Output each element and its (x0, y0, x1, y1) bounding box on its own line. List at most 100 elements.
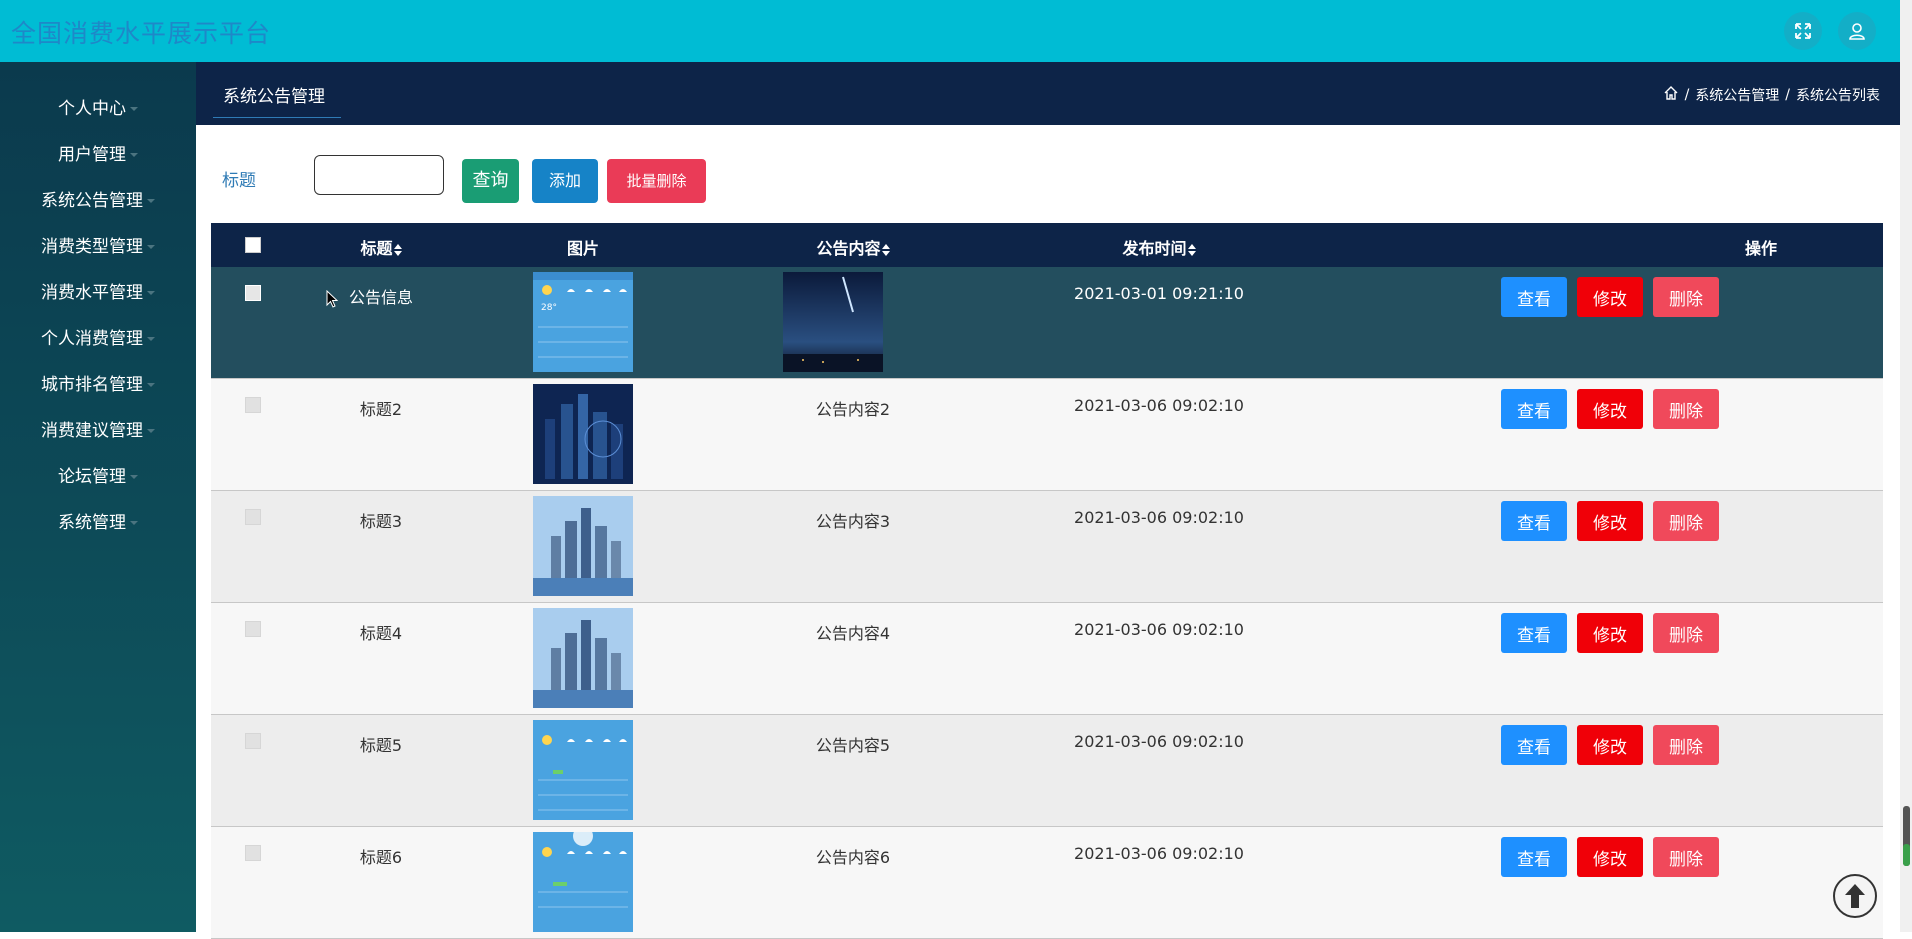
row-content: 公告内容6 (815, 848, 891, 867)
table-row[interactable]: 标题6 公告内容6 2021-03-06 09:02:10 查看 修改 删除 (211, 827, 1883, 939)
row-publish-time: 2021-03-06 09:02:10 (1074, 732, 1244, 751)
user-icon[interactable] (1838, 12, 1876, 50)
top-header: 全国消费水平展示平台 (0, 0, 1900, 62)
expand-icon[interactable] (1784, 12, 1822, 50)
row-checkbox[interactable] (245, 397, 261, 413)
view-button[interactable]: 查看 (1501, 277, 1567, 317)
view-button[interactable]: 查看 (1501, 725, 1567, 765)
column-header-image: 图片 (566, 239, 599, 258)
row-image[interactable] (533, 720, 633, 820)
sidebar-item-announcements[interactable]: 系统公告管理 (0, 186, 196, 211)
row-checkbox[interactable] (245, 509, 261, 525)
row-content: 公告内容2 (815, 400, 891, 419)
page-scrollbar[interactable] (1900, 0, 1912, 932)
row-publish-time: 2021-03-06 09:02:10 (1074, 844, 1244, 863)
sort-icon[interactable] (393, 243, 402, 256)
row-publish-time: 2021-03-06 09:02:10 (1074, 396, 1244, 415)
row-actions: 查看 修改 删除 (1501, 389, 1719, 429)
row-image[interactable]: 28° (533, 272, 633, 372)
sidebar-item-forum[interactable]: 论坛管理 (0, 462, 196, 487)
caret-down-icon (147, 291, 155, 295)
night-city-image (533, 384, 633, 484)
sidebar-item-personal-consumption[interactable]: 个人消费管理 (0, 324, 196, 349)
delete-button[interactable]: 删除 (1653, 613, 1719, 653)
delete-button[interactable]: 删除 (1653, 389, 1719, 429)
view-button[interactable]: 查看 (1501, 501, 1567, 541)
view-button[interactable]: 查看 (1501, 837, 1567, 877)
caret-down-icon (147, 383, 155, 387)
row-image[interactable] (533, 832, 633, 932)
row-actions: 查看 修改 删除 (1501, 725, 1719, 765)
query-button[interactable]: 查询 (462, 159, 519, 203)
row-checkbox[interactable] (245, 621, 261, 637)
row-content-image[interactable] (783, 272, 883, 372)
breadcrumb-separator: / (1684, 87, 1690, 103)
edit-button[interactable]: 修改 (1577, 389, 1643, 429)
edit-button[interactable]: 修改 (1577, 725, 1643, 765)
row-checkbox[interactable] (245, 285, 261, 301)
row-content: 公告内容3 (815, 512, 891, 531)
announcement-table: 标题 图片 公告内容 发布时间 操作 公告信息 28° 2021-03-01 0… (211, 223, 1883, 939)
view-button[interactable]: 查看 (1501, 389, 1567, 429)
row-image[interactable] (533, 384, 633, 484)
table-row[interactable]: 标题5 公告内容5 2021-03-06 09:02:10 查看 修改 删除 (211, 715, 1883, 827)
row-content: 公告内容4 (815, 624, 891, 643)
scrollbar-thumb-indicator (1903, 844, 1910, 866)
row-actions: 查看 修改 删除 (1501, 613, 1719, 653)
breadcrumb-item-announcements[interactable]: 系统公告管理 (1695, 85, 1779, 105)
app-title: 全国消费水平展示平台 (11, 19, 272, 48)
caret-down-icon (147, 199, 155, 203)
caret-down-icon (130, 475, 138, 479)
select-all-checkbox[interactable] (245, 237, 261, 253)
caret-down-icon (147, 245, 155, 249)
sidebar-item-consumption-types[interactable]: 消费类型管理 (0, 232, 196, 257)
caret-down-icon (130, 521, 138, 525)
edit-button[interactable]: 修改 (1577, 501, 1643, 541)
tab-announcements[interactable]: 系统公告管理 (213, 82, 341, 118)
breadcrumb-bar: 系统公告管理 / 系统公告管理 / 系统公告列表 (196, 62, 1900, 125)
column-header-title[interactable]: 标题 (301, 235, 461, 259)
delete-button[interactable]: 删除 (1653, 501, 1719, 541)
table-row[interactable]: 标题2 公告内容2 2021-03-06 09:02:10 查看 修改 删除 (211, 379, 1883, 491)
column-header-ops: 操作 (1744, 239, 1777, 258)
bulk-delete-button[interactable]: 批量删除 (607, 159, 706, 203)
sort-icon[interactable] (881, 243, 890, 256)
column-header-time[interactable]: 发布时间 (1059, 235, 1259, 259)
caret-down-icon (147, 337, 155, 341)
view-button[interactable]: 查看 (1501, 613, 1567, 653)
sidebar-item-users[interactable]: 用户管理 (0, 140, 196, 165)
row-image[interactable] (533, 608, 633, 708)
back-to-top-button[interactable] (1833, 874, 1877, 918)
sidebar-item-system[interactable]: 系统管理 (0, 508, 196, 533)
row-title: 标题6 (359, 848, 403, 867)
edit-button[interactable]: 修改 (1577, 613, 1643, 653)
delete-button[interactable]: 删除 (1653, 277, 1719, 317)
table-row[interactable]: 公告信息 28° 2021-03-01 09:21:10 查看 修改 删除 (211, 267, 1883, 379)
add-button[interactable]: 添加 (532, 159, 598, 203)
delete-button[interactable]: 删除 (1653, 725, 1719, 765)
sort-icon[interactable] (1187, 243, 1196, 256)
caret-down-icon (130, 107, 138, 111)
column-header-content[interactable]: 公告内容 (753, 235, 953, 259)
row-image[interactable] (533, 496, 633, 596)
row-checkbox[interactable] (245, 845, 261, 861)
search-title-input[interactable] (314, 155, 444, 195)
weather-forecast-image (533, 720, 633, 820)
caret-down-icon (130, 153, 138, 157)
row-publish-time: 2021-03-01 09:21:10 (1074, 284, 1244, 303)
table-row[interactable]: 标题4 公告内容4 2021-03-06 09:02:10 查看 修改 删除 (211, 603, 1883, 715)
delete-button[interactable]: 删除 (1653, 837, 1719, 877)
sidebar-item-consumption-levels[interactable]: 消费水平管理 (0, 278, 196, 303)
sidebar-item-city-ranking[interactable]: 城市排名管理 (0, 370, 196, 395)
sidebar-item-consumption-advice[interactable]: 消费建议管理 (0, 416, 196, 441)
breadcrumb-separator: / (1785, 87, 1790, 103)
edit-button[interactable]: 修改 (1577, 837, 1643, 877)
search-title-label: 标题 (222, 171, 256, 191)
row-checkbox[interactable] (245, 733, 261, 749)
weather-forecast-image: 28° (533, 272, 633, 372)
edit-button[interactable]: 修改 (1577, 277, 1643, 317)
table-row[interactable]: 标题3 公告内容3 2021-03-06 09:02:10 查看 修改 删除 (211, 491, 1883, 603)
breadcrumb: / 系统公告管理 / 系统公告列表 (1663, 85, 1880, 105)
home-icon[interactable] (1663, 85, 1679, 105)
sidebar-item-personal-center[interactable]: 个人中心 (0, 94, 196, 119)
